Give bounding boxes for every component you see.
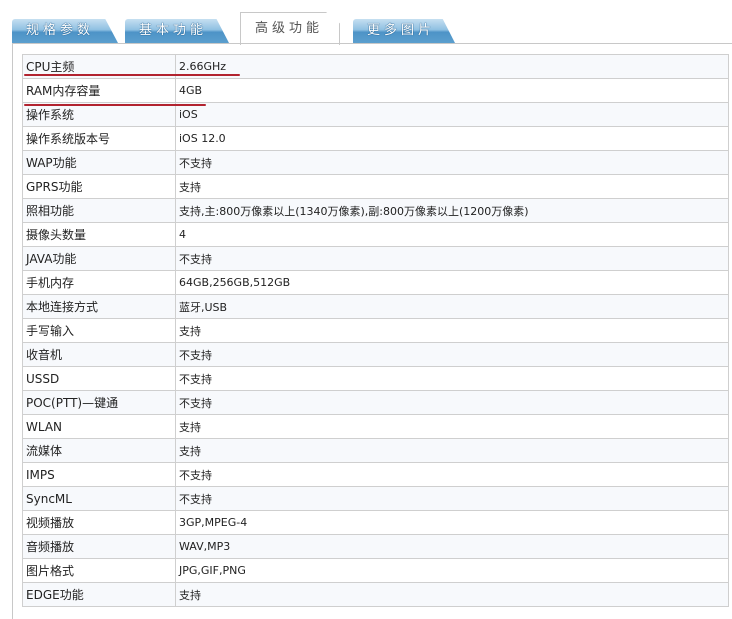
spec-label: RAM内存容量 <box>22 78 176 103</box>
spec-label: 照相功能 <box>22 198 176 223</box>
spec-value: 支持 <box>175 174 729 199</box>
spec-row: 操作系统 iOS <box>22 102 729 127</box>
spec-value: WAV,MP3 <box>175 534 729 559</box>
spec-value: 不支持 <box>175 246 729 271</box>
spec-value: 不支持 <box>175 462 729 487</box>
spec-value: 支持 <box>175 318 729 343</box>
tab-basic-functions[interactable]: 基本功能 <box>125 19 229 43</box>
spec-label: SyncML <box>22 486 176 511</box>
spec-value: 不支持 <box>175 390 729 415</box>
spec-row: 视频播放 3GP,MPEG-4 <box>22 510 729 535</box>
spec-row: 本地连接方式 蓝牙,USB <box>22 294 729 319</box>
spec-table: CPU主频 2.66GHz RAM内存容量 4GB 操作系统 iOS 操作系统版本号 iOS … <box>22 54 729 607</box>
spec-row: RAM内存容量 4GB <box>22 78 729 103</box>
spec-label: 手写输入 <box>22 318 176 343</box>
spec-value: 64GB,256GB,512GB <box>175 270 729 295</box>
spec-row: WAP功能 不支持 <box>22 150 729 175</box>
spec-value: 不支持 <box>175 486 729 511</box>
spec-label: 操作系统版本号 <box>22 126 176 151</box>
spec-label: WLAN <box>22 414 176 439</box>
spec-label: POC(PTT)—键通 <box>22 390 176 415</box>
spec-row: 图片格式 JPG,GIF,PNG <box>22 558 729 583</box>
spec-row: 手机内存 64GB,256GB,512GB <box>22 270 729 295</box>
spec-row: 流媒体 支持 <box>22 438 729 463</box>
spec-value: 支持,主:800万像素以上(1340万像素),副:800万像素以上(1200万像… <box>175 198 729 223</box>
spec-label: 操作系统 <box>22 102 176 127</box>
tab-baseline <box>12 43 732 44</box>
spec-value: 2.66GHz <box>175 54 729 79</box>
spec-value: iOS <box>175 102 729 127</box>
tab-specs[interactable]: 规格参数 <box>12 19 118 43</box>
spec-label: 本地连接方式 <box>22 294 176 319</box>
spec-row: 摄像头数量 4 <box>22 222 729 247</box>
spec-label: 收音机 <box>22 342 176 367</box>
spec-value: 4GB <box>175 78 729 103</box>
spec-label: JAVA功能 <box>22 246 176 271</box>
spec-row: USSD 不支持 <box>22 366 729 391</box>
spec-value: 支持 <box>175 582 729 607</box>
spec-value: 支持 <box>175 414 729 439</box>
spec-label: GPRS功能 <box>22 174 176 199</box>
spec-value: 4 <box>175 222 729 247</box>
tab-bar: 规格参数 基本功能 高级功能 更多图片 <box>0 0 732 45</box>
spec-row: IMPS 不支持 <box>22 462 729 487</box>
spec-row: EDGE功能 支持 <box>22 582 729 607</box>
spec-label: 视频播放 <box>22 510 176 535</box>
spec-label: USSD <box>22 366 176 391</box>
spec-label: WAP功能 <box>22 150 176 175</box>
spec-label: 音频播放 <box>22 534 176 559</box>
spec-row: GPRS功能 支持 <box>22 174 729 199</box>
spec-row: SyncML 不支持 <box>22 486 729 511</box>
spec-value: 不支持 <box>175 150 729 175</box>
spec-row: 音频播放 WAV,MP3 <box>22 534 729 559</box>
spec-value: 支持 <box>175 438 729 463</box>
spec-value: JPG,GIF,PNG <box>175 558 729 583</box>
spec-label: IMPS <box>22 462 176 487</box>
spec-row: POC(PTT)—键通 不支持 <box>22 390 729 415</box>
spec-row: 手写输入 支持 <box>22 318 729 343</box>
spec-label: 摄像头数量 <box>22 222 176 247</box>
highlight-underline-ram <box>24 104 206 106</box>
spec-value: 不支持 <box>175 342 729 367</box>
spec-row: JAVA功能 不支持 <box>22 246 729 271</box>
spec-row: WLAN 支持 <box>22 414 729 439</box>
spec-row: 收音机 不支持 <box>22 342 729 367</box>
spec-value: 3GP,MPEG-4 <box>175 510 729 535</box>
tab-advanced-functions[interactable]: 高级功能 <box>240 12 340 45</box>
spec-value: 不支持 <box>175 366 729 391</box>
spec-label: EDGE功能 <box>22 582 176 607</box>
spec-label: 流媒体 <box>22 438 176 463</box>
highlight-underline-cpu <box>24 74 240 76</box>
spec-value: iOS 12.0 <box>175 126 729 151</box>
spec-row: 照相功能 支持,主:800万像素以上(1340万像素),副:800万像素以上(12… <box>22 198 729 223</box>
spec-label: 图片格式 <box>22 558 176 583</box>
spec-row: 操作系统版本号 iOS 12.0 <box>22 126 729 151</box>
spec-label: 手机内存 <box>22 270 176 295</box>
spec-value: 蓝牙,USB <box>175 294 729 319</box>
tab-more-images[interactable]: 更多图片 <box>353 19 455 43</box>
content-border <box>12 43 13 619</box>
